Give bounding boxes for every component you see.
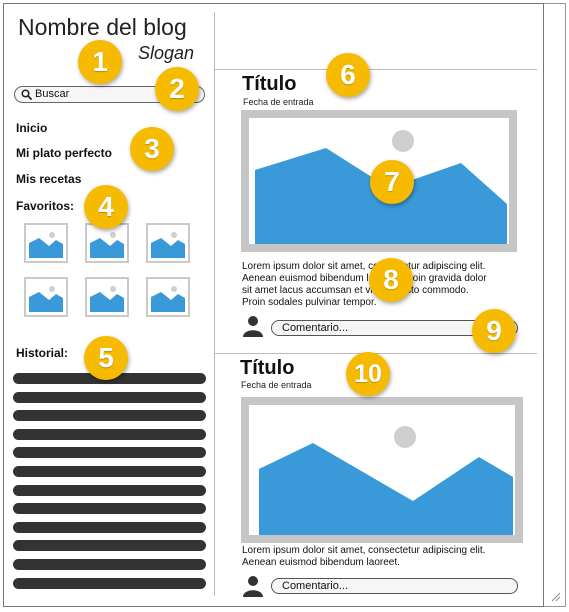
- post-body-line: Lorem ipsum dolor sit amet, consectetur …: [242, 261, 486, 272]
- post-date: Fecha de entrada: [241, 380, 312, 390]
- history-item[interactable]: [13, 428, 206, 440]
- annotation-badge: 4: [84, 185, 128, 229]
- blog-title: Nombre del blog: [18, 14, 187, 40]
- blog-slogan: Slogan: [138, 43, 195, 63]
- favorite-thumbnail[interactable]: [24, 223, 68, 263]
- favorites-label: Favoritos:: [16, 199, 75, 213]
- favorite-thumbnail[interactable]: [24, 277, 68, 317]
- resize-grip-icon[interactable]: [551, 592, 561, 602]
- image-placeholder-icon: [90, 286, 124, 312]
- history-item[interactable]: [13, 447, 206, 459]
- image-placeholder-icon: [29, 286, 63, 312]
- history-item[interactable]: [13, 540, 206, 552]
- image-placeholder-icon: [151, 286, 185, 312]
- favorite-thumbnail[interactable]: [146, 223, 190, 263]
- post-body-line: Aenean euismod bibendum laoreet.: [242, 557, 400, 568]
- annotation-badge: 1: [78, 40, 122, 84]
- history-item[interactable]: [13, 503, 206, 515]
- post-image[interactable]: [241, 397, 523, 543]
- nav-item-inicio[interactable]: Inicio: [16, 121, 47, 135]
- history-item[interactable]: [13, 521, 206, 533]
- favorite-thumbnail[interactable]: [85, 277, 129, 317]
- history-item[interactable]: [13, 577, 206, 589]
- comment-placeholder: Comentario...: [282, 580, 349, 592]
- annotation-badge: 3: [130, 127, 174, 171]
- annotation-badge: 9: [472, 309, 516, 353]
- annotation-badge: 2: [155, 67, 199, 111]
- post-body: Lorem ipsum dolor sit amet, consectetur …: [242, 545, 485, 569]
- search-icon: [21, 89, 32, 100]
- history-item[interactable]: [13, 484, 206, 496]
- history-item[interactable]: [13, 391, 206, 403]
- user-icon: [243, 316, 263, 337]
- annotation-badge: 7: [370, 160, 414, 204]
- column-divider: [214, 12, 215, 596]
- post-body-line: Lorem ipsum dolor sit amet, consectetur …: [242, 545, 486, 556]
- nav-item-mis-recetas[interactable]: Mis recetas: [16, 172, 81, 186]
- post-body-line: sit amet lacus accumsan et viverra justo…: [242, 285, 469, 296]
- user-icon: [243, 576, 263, 597]
- header-divider: [215, 69, 537, 70]
- post-body-line: Proin sodales pulvinar tempor.: [242, 297, 377, 308]
- post-body: Lorem ipsum dolor sit amet, consectetur …: [242, 261, 487, 309]
- comment-input[interactable]: Comentario...: [271, 578, 518, 594]
- post-body-line: Aenean euismod bibendum laoreet. Proin g…: [242, 273, 487, 284]
- post-title[interactable]: Título: [240, 357, 294, 380]
- history-item[interactable]: [13, 410, 206, 422]
- annotation-badge: 5: [84, 336, 128, 380]
- history-label: Historial:: [16, 346, 69, 360]
- favorite-thumbnail[interactable]: [146, 277, 190, 317]
- annotation-badge: 8: [369, 258, 413, 302]
- image-placeholder-icon: [90, 232, 124, 258]
- favorite-thumbnail[interactable]: [85, 223, 129, 263]
- history-item[interactable]: [13, 466, 206, 477]
- comment-placeholder: Comentario...: [282, 322, 349, 334]
- annotation-badge: 6: [326, 53, 370, 97]
- scrollbar[interactable]: [544, 3, 566, 607]
- image-placeholder-icon: [29, 232, 63, 258]
- image-placeholder-icon: [151, 232, 185, 258]
- search-placeholder: Buscar: [35, 88, 70, 100]
- image-placeholder-icon: [259, 426, 513, 535]
- history-item[interactable]: [13, 559, 206, 570]
- annotation-badge: 10: [346, 352, 390, 396]
- nav-item-mi-plato-perfecto[interactable]: Mi plato perfecto: [16, 146, 112, 160]
- post-title[interactable]: Título: [242, 73, 296, 96]
- post-date: Fecha de entrada: [243, 97, 314, 107]
